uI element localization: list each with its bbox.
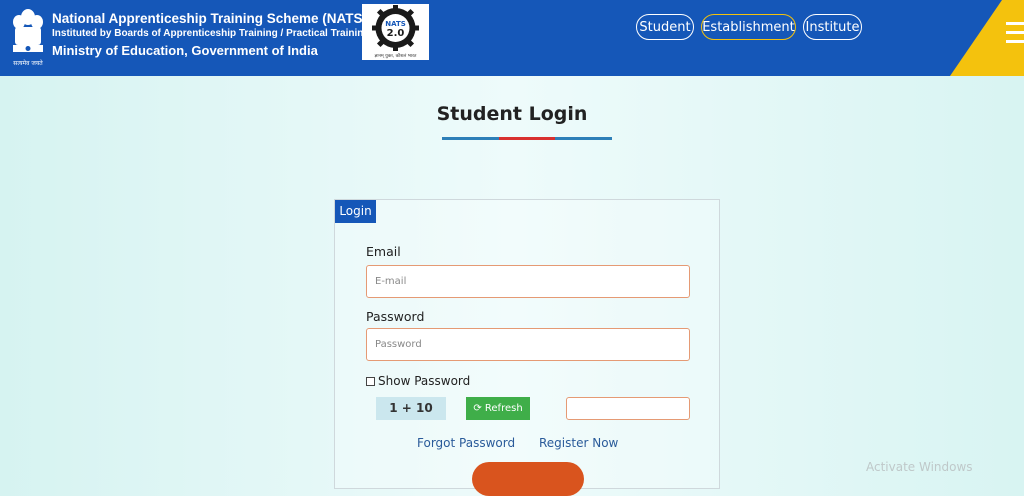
top-header: सत्यमेव जयते National Apprenticeship Tra… (0, 0, 1024, 76)
captcha-box: 1 + 10 (376, 397, 446, 420)
password-input[interactable] (366, 328, 690, 361)
nats-gear-icon: NATS 2.0 ज्ञानम् युक्त, कौशलं भारत (372, 5, 419, 59)
ministry-name: Ministry of Education, Government of Ind… (52, 43, 318, 58)
logo-tagline: ज्ञानम् युक्त, कौशलं भारत (374, 52, 416, 59)
nav-student-button[interactable]: Student (636, 14, 694, 40)
email-label: Email (366, 244, 401, 259)
captcha-answer-input[interactable] (566, 397, 690, 420)
login-submit-button[interactable] (472, 462, 584, 496)
site-subtitle: Instituted by Boards of Apprenticeship T… (52, 28, 370, 39)
national-emblem-icon: सत्यमेव जयते (13, 9, 43, 67)
login-tab: Login (335, 200, 376, 223)
refresh-captcha-button[interactable]: ⟳ Refresh (466, 397, 530, 420)
show-password-checkbox[interactable] (366, 376, 375, 386)
title-underline (442, 137, 613, 140)
password-label: Password (366, 309, 425, 324)
nav-institute-button[interactable]: Institute (803, 14, 862, 40)
refresh-label: Refresh (484, 403, 523, 414)
logo-text: NATS (385, 20, 406, 28)
nats-logo: NATS 2.0 ज्ञानम् युक्त, कौशलं भारत (362, 4, 429, 60)
nav-establishment-button[interactable]: Establishment (701, 14, 796, 40)
show-password-label: Show Password (378, 374, 471, 388)
site-title: National Apprenticeship Training Scheme … (52, 11, 368, 26)
email-input[interactable] (366, 265, 690, 298)
register-now-link[interactable]: Register Now (539, 436, 618, 450)
forgot-password-link[interactable]: Forgot Password (417, 436, 515, 450)
show-password-row[interactable]: Show Password (366, 374, 470, 388)
logo-version: 2.0 (387, 28, 405, 39)
refresh-icon: ⟳ (473, 403, 482, 414)
login-card: Login Email Password Show Password 1 + 1… (334, 199, 720, 496)
emblem-caption: सत्यमेव जयते (13, 59, 43, 67)
menu-corner (950, 0, 1024, 76)
activate-windows-watermark: Activate Windows (866, 460, 973, 474)
page-title: Student Login (436, 103, 588, 125)
